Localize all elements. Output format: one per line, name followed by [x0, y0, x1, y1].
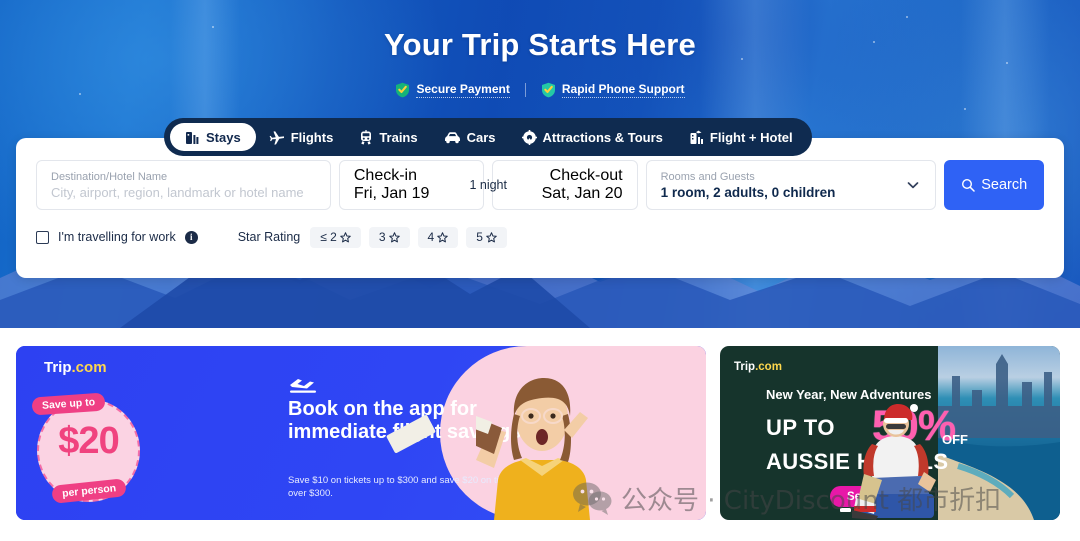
- tab-label: Trains: [379, 129, 418, 145]
- chevron-down-icon[interactable]: [905, 177, 921, 193]
- work-travel-checkbox[interactable]: [36, 230, 49, 244]
- trip-logo: Trip.com: [44, 359, 107, 376]
- info-icon[interactable]: i: [184, 230, 198, 244]
- carousel-dot[interactable]: [840, 508, 851, 512]
- magnifier-icon: [962, 178, 975, 192]
- star-chip-label: ≤ 2: [320, 230, 337, 244]
- star-chip-5[interactable]: 5: [466, 226, 507, 248]
- destination-label: Destination/Hotel Name: [51, 170, 168, 183]
- search-button[interactable]: Search: [944, 160, 1044, 210]
- trust-badge-label: Secure Payment: [416, 82, 510, 98]
- destination-input[interactable]: City, airport, region, landmark or hotel…: [51, 184, 316, 201]
- trip-logo-brand: Trip: [734, 361, 756, 373]
- tab-stays[interactable]: Stays: [170, 123, 256, 151]
- search-field-row: Destination/Hotel Name City, airport, re…: [36, 160, 1044, 210]
- search-form-card: Destination/Hotel Name City, airport, re…: [16, 138, 1064, 278]
- trust-badge-phone-support[interactable]: Rapid Phone Support: [541, 82, 685, 98]
- star-rating-chips: ≤ 2 3 4 5: [310, 226, 507, 248]
- star-chip-label: 3: [378, 230, 386, 244]
- date-range-field: Check-in Fri, Jan 19 Check-out Sat, Jan …: [338, 160, 638, 210]
- promo-right-upto: UP TO: [766, 415, 835, 440]
- star-outline-icon: [340, 231, 351, 242]
- car-icon: [444, 131, 460, 143]
- checkout-field[interactable]: Check-out Sat, Jan 20: [492, 160, 638, 210]
- trust-badge-label: Rapid Phone Support: [561, 82, 685, 98]
- promo-left-person-photo: [476, 378, 590, 520]
- work-travel-label: I'm travelling for work: [58, 230, 176, 244]
- sparkle: [964, 108, 966, 110]
- tab-label: Flight + Hotel: [709, 129, 793, 145]
- star-rating-label: Star Rating: [237, 230, 301, 244]
- work-travel-toggle[interactable]: I'm travelling for work i: [36, 230, 198, 244]
- destination-field[interactable]: Destination/Hotel Name City, airport, re…: [36, 160, 331, 210]
- checkin-value: Fri, Jan 19: [353, 185, 430, 202]
- promo-banner-app-savings[interactable]: Trip.com $20 Save up to per person Book …: [16, 346, 706, 520]
- trip-logo-brand: Trip: [44, 359, 72, 376]
- plane-icon: [269, 130, 284, 145]
- star-outline-icon: [388, 231, 400, 242]
- product-tabs: Stays Flights Trains Cars Attractions & …: [164, 118, 812, 156]
- promo-right-person-photo: [852, 404, 936, 520]
- trust-badge-secure-payment[interactable]: Secure Payment: [395, 82, 510, 98]
- shield-check-icon: [396, 82, 410, 98]
- star-chip-label: 5: [476, 230, 483, 244]
- tab-label: Flights: [290, 129, 334, 145]
- plane-takeoff-icon: [290, 379, 316, 393]
- shield-check-icon: [541, 82, 555, 98]
- tab-trains[interactable]: Trains: [346, 123, 430, 151]
- rooms-guests-value: 1 room, 2 adults, 0 children: [660, 184, 836, 200]
- search-options-row: I'm travelling for work i Star Rating ≤ …: [36, 226, 1044, 248]
- trust-badges: Secure Payment Rapid Phone Support: [0, 82, 1080, 98]
- train-icon: [361, 129, 372, 145]
- rooms-guests-label: Rooms and Guests: [660, 170, 755, 183]
- page-title: Your Trip Starts Here: [384, 27, 696, 62]
- trust-divider: [524, 83, 526, 97]
- savings-badge: $20 Save up to per person: [28, 392, 148, 507]
- trip-logo-suffix: .com: [71, 359, 107, 376]
- star-outline-icon: [486, 231, 497, 242]
- star-chip-3[interactable]: 3: [368, 226, 410, 248]
- promo-banners: Trip.com $20 Save up to per person Book …: [0, 346, 1080, 521]
- star-chip-label: 4: [427, 230, 435, 244]
- sparkle: [906, 16, 908, 18]
- checkin-field[interactable]: Check-in Fri, Jan 19: [338, 160, 485, 210]
- search-button-label: Search: [981, 177, 1028, 193]
- promo-banner-aussie-hotels[interactable]: Trip.com New Year, New Adventures UP TO …: [720, 346, 1060, 520]
- rooms-guests-field[interactable]: Rooms and Guests 1 room, 2 adults, 0 chi…: [645, 160, 937, 210]
- tab-label: Attractions & Tours: [542, 129, 663, 145]
- star-chip-2[interactable]: ≤ 2: [310, 226, 361, 248]
- star-outline-icon: [437, 231, 448, 242]
- tab-flight-hotel[interactable]: Flight + Hotel: [676, 123, 806, 151]
- tab-flights[interactable]: Flights: [256, 123, 347, 151]
- tab-cars[interactable]: Cars: [431, 123, 509, 151]
- building-icon: [186, 131, 199, 144]
- star-chip-4[interactable]: 4: [417, 226, 459, 248]
- tab-label: Cars: [466, 129, 496, 145]
- trip-logo-suffix: .com: [755, 361, 782, 373]
- trip-logo: Trip.com: [734, 361, 782, 373]
- tab-label: Stays: [206, 129, 241, 145]
- checkin-label: Check-in: [353, 167, 417, 184]
- ferris-wheel-icon: [521, 129, 537, 145]
- flight-hotel-icon: [690, 130, 703, 144]
- tab-attractions-tours[interactable]: Attractions & Tours: [509, 123, 676, 151]
- savings-badge-amount: $20: [58, 420, 119, 462]
- checkout-label: Check-out: [549, 167, 623, 184]
- checkout-value: Sat, Jan 20: [541, 185, 623, 202]
